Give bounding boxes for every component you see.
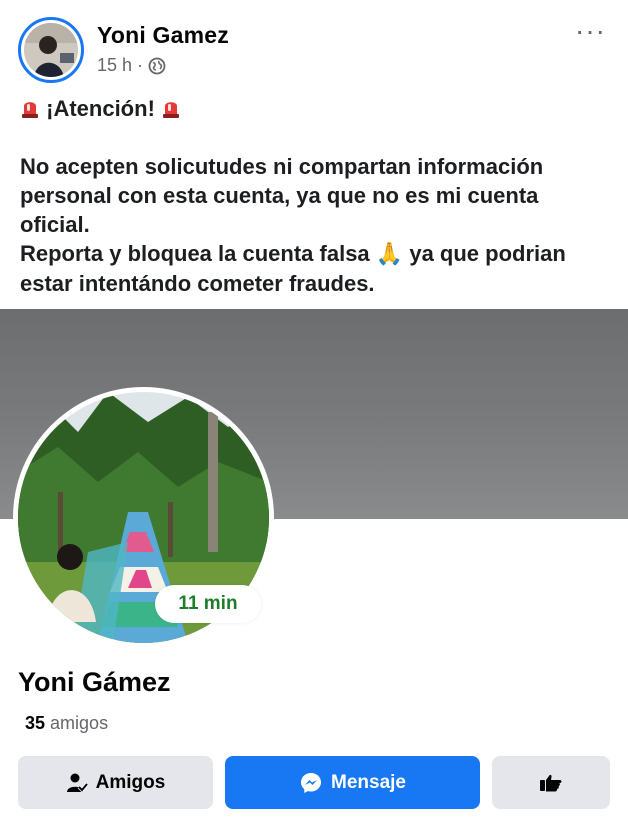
post-body-line-2-start: Reporta y bloquea la cuenta falsa [20,241,370,266]
friends-button[interactable]: Amigos [18,756,213,809]
post-time[interactable]: 15 h [97,55,132,76]
meta-separator: · [137,55,144,75]
post-author-name[interactable]: Yoni Gamez [97,22,229,49]
author-avatar[interactable] [18,17,84,83]
friends-label: amigos [50,713,109,733]
post-body-line-1: No acepten solicutudes ni compartan info… [20,154,544,237]
profile-name[interactable]: Yoni Gámez [18,667,171,698]
alert-title: ¡Atención! [46,96,155,121]
friends-button-label: Amigos [95,771,166,793]
shared-profile-card[interactable]: 11 min Yoni Gámez 35 amigos Amigos Mensa… [0,309,628,830]
pointing-hand-icon [540,774,562,791]
praying-hands-icon: 🙏 [375,242,404,267]
post-header: Yoni Gamez 15 h · ··· [0,0,628,90]
friends-count[interactable]: 35 amigos [25,713,108,734]
message-button-label: Mensaje [331,771,406,793]
alert-line: ¡Atención! [20,94,612,123]
message-button[interactable]: Mensaje [225,756,480,809]
post-body-line-2: Reporta y bloquea la cuenta falsa 🙏 ya q… [20,239,612,298]
avatar [24,23,78,77]
avatar-photo-icon [24,23,78,77]
profile-more-button[interactable] [492,756,610,809]
story-time-badge[interactable]: 11 min [155,585,261,623]
police-light-icon [163,102,180,118]
friends-number: 35 [25,713,46,733]
more-options-icon[interactable]: ··· [575,17,606,45]
friends-check-icon [66,773,88,793]
globe-icon[interactable] [148,57,166,75]
post-meta: 15 h · [97,55,166,76]
police-light-icon [22,102,38,118]
messenger-icon [301,772,321,793]
post-text: ¡Atención! No acepten solicutudes ni com… [20,94,612,298]
